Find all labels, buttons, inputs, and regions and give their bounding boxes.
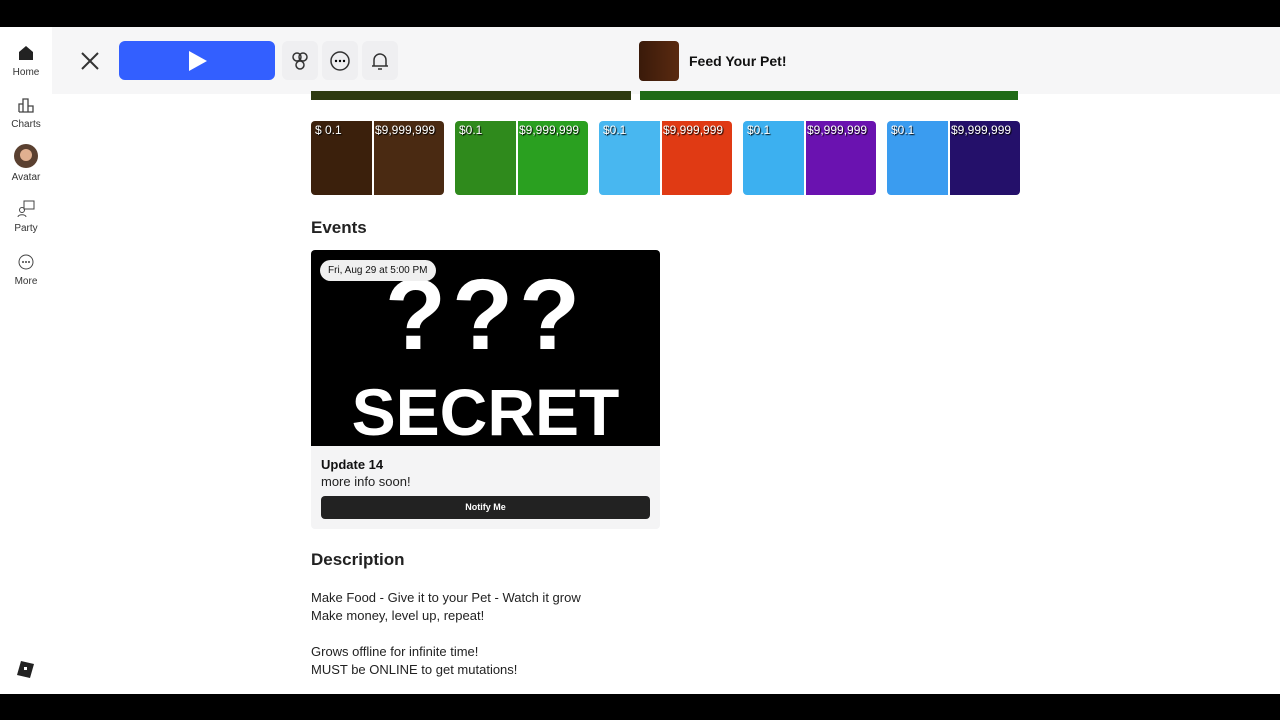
event-date-badge: Fri, Aug 29 at 5:00 PM — [320, 260, 436, 281]
thumbnail[interactable]: $0.1 $9,999,999 — [887, 121, 1020, 195]
event-title: Update 14 — [321, 457, 384, 472]
price-high: $9,999,999 — [807, 123, 868, 137]
sidebar-item-avatar[interactable]: Avatar — [0, 144, 52, 183]
price-high: $9,999,999 — [951, 123, 1012, 137]
event-image: ??? SECRET Fri, Aug 29 at 5:00 PM — [311, 250, 660, 449]
event-subtitle: more info soon! — [321, 474, 411, 489]
game-icon — [639, 41, 679, 81]
sidebar-label: Home — [12, 67, 40, 78]
charts-icon — [18, 98, 34, 113]
thumbnail[interactable]: $ 0.1 $9,999,999 — [311, 121, 444, 195]
description-line: Make Food - Give it to your Pet - Watch … — [311, 590, 581, 605]
description-line: MUST be ONLINE to get mutations! — [311, 662, 518, 677]
events-heading: Events — [311, 218, 367, 237]
sidebar-label: Party — [14, 223, 38, 234]
media-banner-left — [311, 91, 631, 100]
ellipsis-icon — [330, 50, 350, 71]
play-button[interactable] — [119, 41, 275, 80]
event-image-text: SECRET — [351, 375, 620, 449]
home-icon — [19, 46, 33, 60]
price-high: $9,999,999 — [663, 123, 724, 137]
screen: Home Charts Avatar Party More Feed Your … — [0, 27, 1280, 694]
price-low: $0.1 — [747, 123, 771, 137]
close-icon[interactable] — [78, 49, 102, 73]
price-high: $9,999,999 — [375, 123, 436, 137]
roblox-logo-icon[interactable] — [17, 661, 34, 678]
game-topbar: Feed Your Pet! — [52, 27, 1280, 94]
thumbnail[interactable]: $0.1 $9,999,999 — [743, 121, 876, 195]
sidebar-label: Charts — [11, 119, 41, 130]
price-low: $0.1 — [891, 123, 915, 137]
sidebar-item-charts[interactable]: Charts — [0, 95, 52, 130]
more-options-button[interactable] — [322, 41, 358, 80]
price-low: $ 0.1 — [315, 123, 342, 137]
thumbnail[interactable]: $0.1 $9,999,999 — [599, 121, 732, 195]
sidebar-item-home[interactable]: Home — [0, 43, 52, 78]
sidebar: Home Charts Avatar Party More — [0, 27, 52, 694]
price-high: $9,999,999 — [519, 123, 580, 137]
game-title: Feed Your Pet! — [689, 53, 787, 69]
event-card[interactable]: ??? SECRET Fri, Aug 29 at 5:00 PM Update… — [311, 250, 660, 529]
price-low: $0.1 — [459, 123, 483, 137]
media-banner-right — [640, 91, 1018, 100]
sidebar-item-more[interactable]: More — [0, 252, 52, 287]
thumbnail[interactable]: $0.1 $9,999,999 — [455, 121, 588, 195]
friends-icon — [292, 51, 308, 70]
description-line: Grows offline for infinite time! — [311, 644, 479, 659]
description-heading: Description — [311, 550, 405, 569]
notifications-button[interactable] — [362, 41, 398, 80]
party-icon — [17, 200, 35, 218]
price-low: $0.1 — [603, 123, 627, 137]
sidebar-label: More — [14, 276, 38, 287]
avatar-icon — [14, 144, 38, 168]
media-thumbnails: $ 0.1 $9,999,999 $0.1 $9,999,999 $0.1 $9,99… — [311, 121, 1020, 195]
sidebar-label: Avatar — [11, 172, 41, 183]
notify-me-button[interactable]: Notify Me — [321, 496, 650, 519]
description-line: Make money, level up, repeat! — [311, 608, 485, 623]
play-with-friends-button[interactable] — [282, 41, 318, 80]
sidebar-item-party[interactable]: Party — [0, 199, 52, 234]
bell-icon — [372, 52, 388, 70]
more-icon — [18, 254, 34, 270]
